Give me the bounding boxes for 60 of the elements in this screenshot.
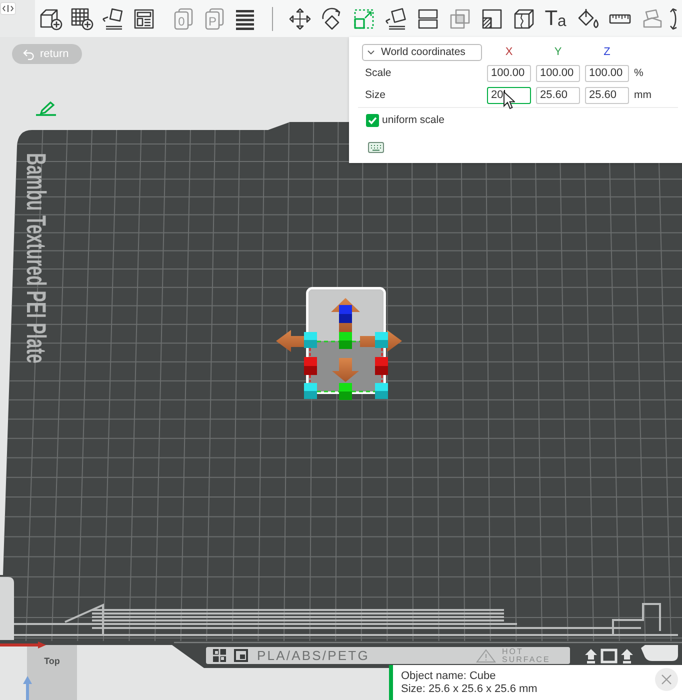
keyboard-icon[interactable] bbox=[368, 142, 384, 153]
close-button[interactable] bbox=[655, 668, 678, 691]
corner-handle[interactable] bbox=[304, 383, 317, 399]
return-arrow-icon bbox=[23, 48, 35, 60]
axis-arrow bbox=[0, 642, 46, 648]
move-icon[interactable] bbox=[288, 6, 312, 30]
arrow-handle[interactable] bbox=[276, 330, 307, 352]
number-field[interactable]: 100.00 bbox=[536, 65, 580, 82]
number-field[interactable]: 100.00 bbox=[585, 65, 629, 82]
arrow-handle[interactable] bbox=[332, 358, 359, 382]
cube-plus-icon[interactable] bbox=[39, 6, 63, 30]
chevron-down-icon bbox=[367, 50, 375, 55]
side-handle[interactable] bbox=[375, 357, 388, 375]
grid-plus-icon[interactable] bbox=[70, 6, 94, 30]
side-handle[interactable] bbox=[304, 357, 317, 375]
up-arrow-icon[interactable] bbox=[584, 648, 598, 664]
square-in-square-icon bbox=[234, 649, 248, 662]
corner-handle[interactable] bbox=[375, 383, 388, 399]
hatched-block-icon[interactable] bbox=[480, 6, 504, 30]
tilted-square-icon[interactable] bbox=[101, 6, 125, 30]
split-rectangle-icon[interactable] bbox=[416, 6, 440, 30]
center-handle[interactable] bbox=[339, 332, 352, 349]
warning-triangle-icon bbox=[476, 648, 496, 662]
mouse-pointer-icon bbox=[503, 91, 515, 110]
axis-arrow bbox=[23, 676, 32, 700]
cube-icon[interactable] bbox=[512, 6, 536, 30]
unit-label: % bbox=[634, 67, 644, 80]
layout-icon[interactable] bbox=[132, 6, 156, 30]
square-outline-icon[interactable] bbox=[600, 648, 618, 664]
material-text: PLA/ABS/PETG bbox=[257, 648, 370, 663]
axis-label: Z bbox=[604, 46, 610, 59]
arrow-handle[interactable] bbox=[331, 298, 360, 332]
plate-name-text: Bambu Textured PEI Plate bbox=[20, 153, 50, 364]
paint-bucket-icon[interactable] bbox=[576, 6, 600, 30]
notification-text: Object name: Cube bbox=[401, 670, 496, 683]
center-handle[interactable] bbox=[339, 383, 352, 400]
text-icon[interactable]: T$_{a}$ bbox=[544, 6, 568, 30]
checkbox[interactable] bbox=[366, 114, 379, 127]
close-icon bbox=[661, 674, 672, 685]
unit-label: mm bbox=[634, 89, 652, 102]
notification-text: Size: 25.6 x 25.6 x 25.6 mm bbox=[401, 683, 538, 696]
row-label: Scale bbox=[365, 67, 392, 80]
view-cube[interactable]: Top bbox=[27, 645, 77, 700]
row-label: Size bbox=[365, 89, 386, 102]
panel-toggle-icon[interactable] bbox=[0, 2, 16, 15]
warning-text: HOT SURFACE bbox=[502, 648, 552, 663]
coordinate-dropdown[interactable]: World coordinates bbox=[362, 44, 482, 61]
tilted-square-icon[interactable] bbox=[384, 6, 408, 30]
axis-label: Y bbox=[554, 46, 562, 59]
plate-edge-tab bbox=[0, 577, 14, 640]
number-field[interactable]: 25.60 bbox=[585, 87, 629, 104]
corner-handle[interactable] bbox=[375, 332, 388, 348]
scale-icon[interactable] bbox=[352, 6, 376, 30]
number-field[interactable]: 100.00 bbox=[487, 65, 531, 82]
axis-label: X bbox=[505, 46, 513, 59]
number-field[interactable]: 25.60 bbox=[536, 87, 580, 104]
checkbox-label: uniform scale bbox=[382, 114, 444, 127]
corner-handle[interactable] bbox=[304, 332, 317, 348]
plate-corner-tab bbox=[641, 645, 678, 661]
up-arrow-icon[interactable] bbox=[620, 648, 634, 664]
